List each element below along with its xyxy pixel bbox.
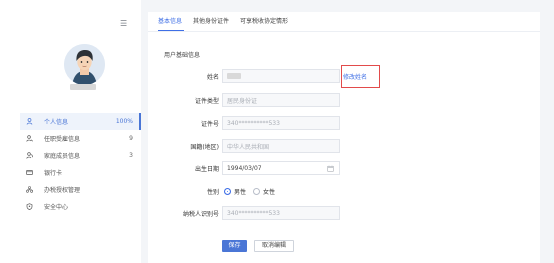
sidebar-item-family-info[interactable]: 家庭成员信息 3 (20, 147, 141, 164)
masked-name-value (227, 73, 241, 79)
sidebar-item-tax-authorization[interactable]: 办税授权管理 (20, 181, 141, 198)
employment-count: 9 (129, 135, 133, 142)
tab-other-ids[interactable]: 其他身份证件 (193, 12, 229, 32)
sidebar-item-employment-info[interactable]: 任职受雇信息 9 (20, 130, 141, 147)
sidebar-item-label: 安全中心 (44, 204, 69, 211)
family-count: 3 (129, 152, 133, 159)
bank-card-icon (20, 169, 34, 176)
tab-basic-info[interactable]: 基本信息 (158, 12, 182, 32)
document-number-label: 证件号 (200, 121, 219, 128)
sidebar-item-label: 办税授权管理 (44, 187, 81, 194)
user-icon (20, 118, 34, 125)
sidebar-item-label: 家庭成员信息 (44, 153, 81, 160)
avatar (64, 44, 105, 85)
name-label: 姓名 (206, 74, 219, 81)
sidebar-item-personal-info[interactable]: 个人信息 100% (20, 113, 141, 130)
profile-sidebar: ☰ 个人信息 100% 任职受雇信息 9 家庭成员信息 3 银行卡 办税授权管理… (0, 0, 141, 263)
sidebar-item-label: 个人信息 (44, 119, 69, 126)
document-number-field: 340**********533 (222, 116, 340, 130)
info-tabs: 基本信息 其他身份证件 可享税收协定情形 (158, 12, 299, 32)
birth-date-row: 出生日期 1994/03/07 (148, 161, 540, 175)
gender-row: 性别 男性 女性 (148, 184, 540, 198)
document-type-field: 居民身份证 (222, 93, 340, 107)
sidebar-item-label: 银行卡 (44, 170, 63, 177)
sidebar-item-bank-card[interactable]: 银行卡 (20, 164, 141, 181)
gender-options: 男性 女性 (224, 187, 282, 196)
nationality-row: 国籍(地区) 中华人民共和国 (148, 139, 540, 153)
taxpayer-id-row: 纳税人识别号 340**********533 (148, 206, 540, 220)
save-button[interactable]: 保存 (222, 240, 247, 252)
cancel-edit-button[interactable]: 取消编辑 (254, 240, 294, 252)
birth-date-label: 出生日期 (194, 166, 219, 173)
authorization-icon (20, 186, 34, 193)
active-tab-indicator (158, 30, 184, 31)
menu-toggle-icon[interactable]: ☰ (120, 20, 127, 28)
family-user-icon (20, 152, 34, 159)
tab-divider (148, 31, 540, 32)
highlight-box (341, 65, 380, 88)
male-radio[interactable] (224, 188, 231, 195)
sidebar-nav: 个人信息 100% 任职受雇信息 9 家庭成员信息 3 银行卡 办税授权管理 安… (20, 113, 141, 215)
nationality-label: 国籍(地区) (190, 144, 219, 151)
sidebar-item-security-center[interactable]: 安全中心 (20, 198, 141, 215)
male-label: 男性 (234, 189, 247, 196)
birth-date-field[interactable]: 1994/03/07 (222, 161, 340, 175)
name-field (222, 69, 340, 83)
section-title: 用户基础信息 (164, 52, 201, 59)
taxpayer-id-field: 340**********533 (222, 206, 340, 220)
female-label: 女性 (263, 189, 276, 196)
avatar-image (64, 44, 105, 85)
taxpayer-id-label: 纳税人识别号 (182, 211, 219, 218)
birth-date-value: 1994/03/07 (227, 164, 262, 172)
work-user-icon (20, 135, 34, 142)
completion-count: 100% (115, 118, 133, 125)
sidebar-item-label: 任职受雇信息 (44, 136, 81, 143)
tab-tax-treaty[interactable]: 可享税收协定情形 (240, 12, 288, 32)
masked-username (70, 84, 96, 90)
personal-info-panel: 基本信息 其他身份证件 可享税收协定情形 用户基础信息 姓名 修改姓名 证件类型… (148, 12, 540, 263)
document-type-label: 证件类型 (194, 98, 219, 105)
security-shield-icon (20, 203, 34, 210)
document-type-row: 证件类型 居民身份证 (148, 93, 540, 107)
gender-label: 性别 (206, 189, 219, 196)
calendar-icon[interactable] (327, 165, 334, 174)
nationality-field: 中华人民共和国 (222, 139, 340, 153)
female-radio[interactable] (253, 188, 261, 195)
name-row: 姓名 修改姓名 (148, 65, 540, 88)
document-number-row: 证件号 340**********533 (148, 116, 540, 130)
